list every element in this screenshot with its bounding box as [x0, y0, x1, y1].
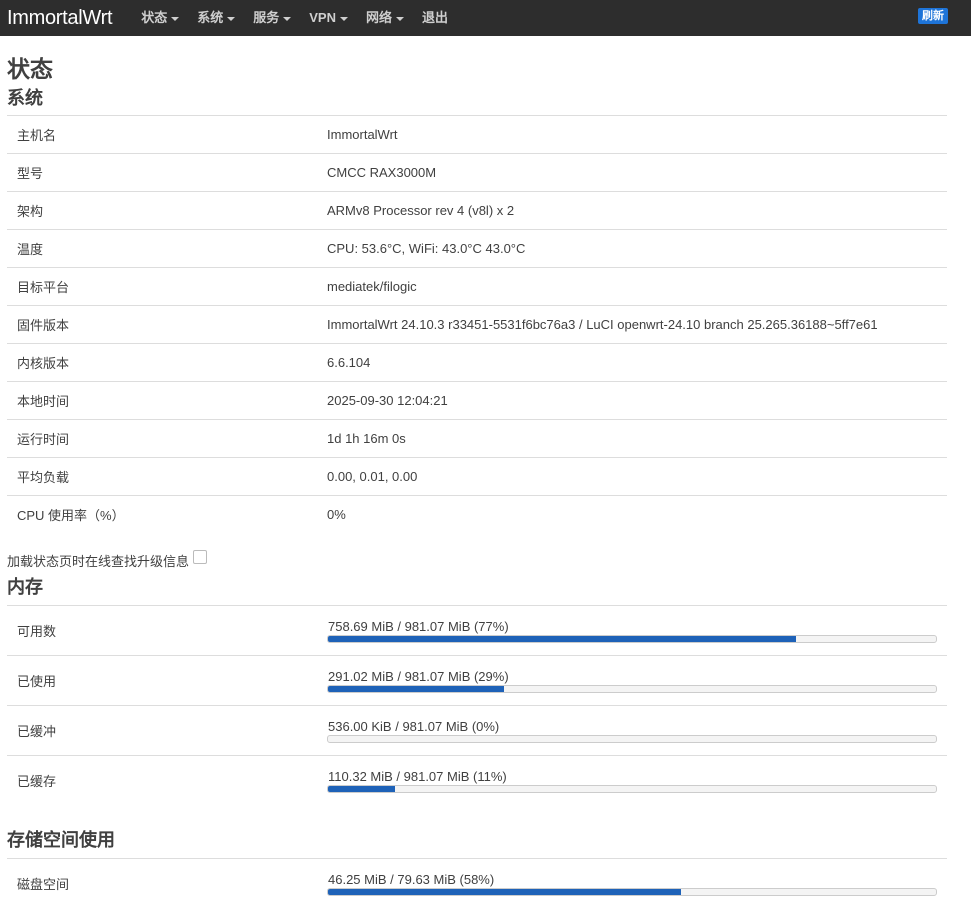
table-row: 已缓冲 536.00 KiB / 981.07 MiB (0%)	[7, 705, 947, 756]
table-row: 架构 ARMv8 Processor rev 4 (v8l) x 2	[7, 191, 947, 230]
row-key: 平均负载	[7, 457, 317, 496]
update-check-row: 加载状态页时在线查找升级信息	[7, 550, 947, 570]
menu-services[interactable]: 服务	[244, 0, 300, 36]
row-value: 0.00, 0.01, 0.00	[317, 457, 947, 496]
progress-cell: 758.69 MiB / 981.07 MiB (77%)	[317, 605, 947, 656]
menu-logout[interactable]: 退出	[413, 0, 457, 36]
row-value: ARMv8 Processor rev 4 (v8l) x 2	[317, 191, 947, 230]
memory-section-title: 内存	[7, 577, 43, 597]
table-row: 运行时间 1d 1h 16m 0s	[7, 419, 947, 458]
menu-status[interactable]: 状态	[132, 0, 188, 36]
menu-status-label: 状态	[141, 10, 168, 25]
progress-text: 110.32 MiB / 981.07 MiB (11%)	[328, 768, 507, 784]
row-value: CMCC RAX3000M	[317, 153, 947, 192]
row-key: 磁盘空间	[7, 858, 317, 908]
brand-logo[interactable]: ImmortalWrt	[0, 0, 132, 36]
storage-table: 磁盘空间 46.25 MiB / 79.63 MiB (58%)	[7, 858, 947, 908]
row-key: 目标平台	[7, 267, 317, 306]
menu-vpn-label: VPN	[309, 10, 336, 25]
row-key: 架构	[7, 191, 317, 230]
row-key: 温度	[7, 229, 317, 268]
progress-cell: 110.32 MiB / 981.07 MiB (11%)	[317, 755, 947, 805]
table-row: CPU 使用率（%） 0%	[7, 495, 947, 533]
caret-down-icon	[396, 17, 405, 21]
progress-bar	[327, 734, 937, 743]
progress-bar	[327, 634, 937, 643]
progress-fill	[328, 888, 681, 895]
table-row: 平均负载 0.00, 0.01, 0.00	[7, 457, 947, 496]
row-key: 已使用	[7, 655, 317, 706]
row-key: 已缓冲	[7, 705, 317, 756]
update-check-label: 加载状态页时在线查找升级信息	[7, 553, 190, 569]
row-value: 2025-09-30 12:04:21	[317, 381, 947, 420]
caret-down-icon	[340, 17, 348, 21]
table-row: 磁盘空间 46.25 MiB / 79.63 MiB (58%)	[7, 858, 947, 908]
menu-vpn[interactable]: VPN	[300, 0, 357, 36]
system-section-title: 系统	[7, 88, 43, 108]
main-menu: 状态 系统 服务 VPN 网络 退出	[132, 0, 457, 36]
page-title: 状态	[7, 56, 53, 82]
progress-text: 46.25 MiB / 79.63 MiB (58%)	[328, 871, 495, 887]
caret-down-icon	[171, 17, 180, 21]
table-row: 本地时间 2025-09-30 12:04:21	[7, 381, 947, 420]
update-check-checkbox[interactable]	[193, 550, 208, 564]
row-key: 运行时间	[7, 419, 317, 458]
progress-text: 758.69 MiB / 981.07 MiB (77%)	[328, 618, 509, 634]
progress-bar	[327, 887, 937, 896]
table-row: 固件版本 ImmortalWrt 24.10.3 r33451-5531f6bc7…	[7, 305, 947, 344]
progress-fill	[328, 785, 395, 792]
memory-table: 可用数 758.69 MiB / 981.07 MiB (77%) 已使用 29…	[7, 605, 947, 805]
row-value: ImmortalWrt	[317, 115, 947, 154]
caret-down-icon	[227, 17, 236, 21]
progress-text: 291.02 MiB / 981.07 MiB (29%)	[328, 668, 509, 684]
row-key: 本地时间	[7, 381, 317, 420]
row-key: 内核版本	[7, 343, 317, 382]
row-value: CPU: 53.6°C, WiFi: 43.0°C 43.0°C	[317, 229, 947, 268]
refresh-button[interactable]: 刷新	[918, 8, 948, 24]
progress-cell: 291.02 MiB / 981.07 MiB (29%)	[317, 655, 947, 706]
system-info-table: 主机名 ImmortalWrt 型号 CMCC RAX3000M 架构 ARMv8 P…	[7, 115, 947, 533]
table-row: 型号 CMCC RAX3000M	[7, 153, 947, 192]
row-value: 1d 1h 16m 0s	[317, 419, 947, 458]
progress-cell: 536.00 KiB / 981.07 MiB (0%)	[317, 705, 947, 756]
menu-services-label: 服务	[253, 10, 280, 25]
menu-network[interactable]: 网络	[357, 0, 413, 36]
table-row: 目标平台 mediatek/filogic	[7, 267, 947, 306]
progress-bar	[327, 784, 937, 793]
table-row: 主机名 ImmortalWrt	[7, 115, 947, 154]
progress-fill	[328, 685, 505, 692]
table-row: 已缓存 110.32 MiB / 981.07 MiB (11%)	[7, 755, 947, 805]
progress-fill	[328, 635, 797, 642]
row-value: 6.6.104	[317, 343, 947, 382]
row-value: 0%	[317, 495, 947, 533]
row-value: ImmortalWrt 24.10.3 r33451-5531f6bc76a3 …	[317, 305, 947, 344]
row-value: mediatek/filogic	[317, 267, 947, 306]
menu-system[interactable]: 系统	[188, 0, 244, 36]
row-key: 型号	[7, 153, 317, 192]
row-key: 固件版本	[7, 305, 317, 344]
row-key: CPU 使用率（%）	[7, 495, 317, 533]
top-navbar: ImmortalWrt 状态 系统 服务 VPN 网络 退出 刷新	[0, 0, 971, 36]
caret-down-icon	[283, 17, 292, 21]
row-key: 主机名	[7, 115, 317, 154]
menu-network-label: 网络	[366, 10, 393, 25]
menu-logout-label: 退出	[422, 10, 449, 25]
table-row: 可用数 758.69 MiB / 981.07 MiB (77%)	[7, 605, 947, 656]
progress-text: 536.00 KiB / 981.07 MiB (0%)	[328, 718, 500, 734]
row-key: 已缓存	[7, 755, 317, 805]
table-row: 温度 CPU: 53.6°C, WiFi: 43.0°C 43.0°C	[7, 229, 947, 268]
menu-system-label: 系统	[197, 10, 224, 25]
progress-bar	[327, 684, 937, 693]
row-key: 可用数	[7, 605, 317, 656]
storage-section-title: 存储空间使用	[7, 830, 115, 850]
main-content: 状态 系统 主机名 ImmortalWrt 型号 CMCC RAX3000M 架构 A…	[0, 36, 971, 908]
progress-cell: 46.25 MiB / 79.63 MiB (58%)	[317, 858, 947, 908]
table-row: 内核版本 6.6.104	[7, 343, 947, 382]
table-row: 已使用 291.02 MiB / 981.07 MiB (29%)	[7, 655, 947, 706]
